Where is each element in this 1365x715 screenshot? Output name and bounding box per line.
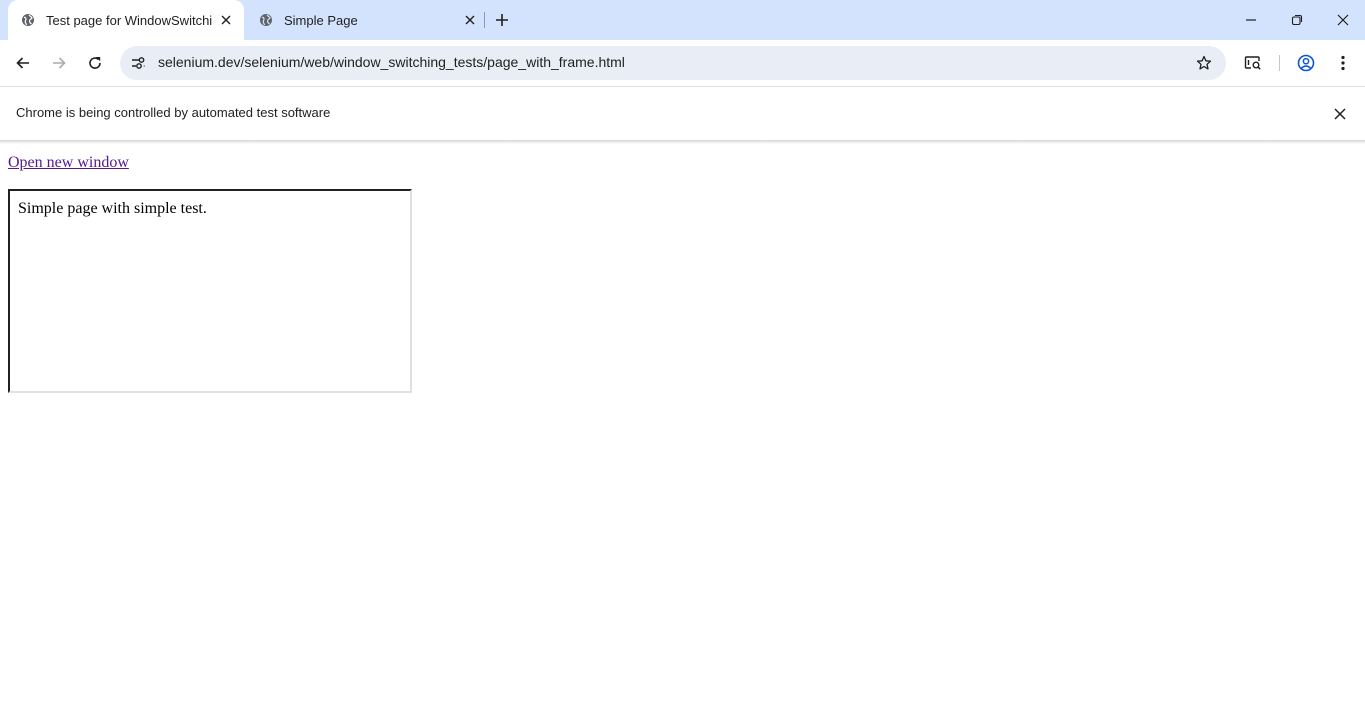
toolbar-divider — [1279, 55, 1280, 71]
reload-icon[interactable] — [80, 48, 110, 78]
tab-divider — [484, 12, 485, 28]
back-icon[interactable] — [8, 48, 38, 78]
iframe[interactable]: Simple page with simple test. — [8, 189, 412, 393]
plus-icon[interactable] — [492, 10, 512, 30]
globe-icon — [20, 12, 36, 28]
frame-text: Simple page with simple test. — [18, 200, 207, 217]
tab-strip: Test page for WindowSwitching Simple Pag… — [0, 0, 1365, 40]
browser-toolbar: selenium.dev/selenium/web/window_switchi… — [0, 40, 1365, 86]
site-info-icon[interactable] — [128, 53, 148, 73]
automation-infobar: Chrome is being controlled by automated … — [0, 86, 1365, 140]
forward-icon[interactable] — [44, 48, 74, 78]
infobar-message: Chrome is being controlled by automated … — [16, 105, 331, 120]
close-icon[interactable] — [1320, 0, 1365, 40]
profile-icon[interactable] — [1291, 48, 1321, 78]
star-icon[interactable] — [1194, 53, 1214, 73]
close-icon[interactable] — [462, 12, 478, 28]
minimize-icon[interactable] — [1228, 0, 1274, 40]
tab-title: Simple Page — [284, 12, 358, 28]
tab-simple-page[interactable]: Simple Page — [244, 0, 484, 40]
page-content: Open new window Simple page with simple … — [0, 144, 1365, 715]
open-new-window-link[interactable]: Open new window — [8, 154, 129, 172]
url-text[interactable]: selenium.dev/selenium/web/window_switchi… — [158, 54, 625, 70]
tab-title: Test page for WindowSwitching — [46, 12, 212, 28]
reading-mode-icon[interactable] — [1238, 48, 1268, 78]
close-icon[interactable] — [1330, 104, 1350, 124]
restore-icon[interactable] — [1274, 0, 1320, 40]
address-bar[interactable]: selenium.dev/selenium/web/window_switchi… — [120, 46, 1226, 80]
tab-window-switching[interactable]: Test page for WindowSwitching — [8, 0, 244, 40]
close-icon[interactable] — [218, 12, 234, 28]
globe-icon — [258, 12, 274, 28]
more-icon[interactable] — [1328, 48, 1358, 78]
